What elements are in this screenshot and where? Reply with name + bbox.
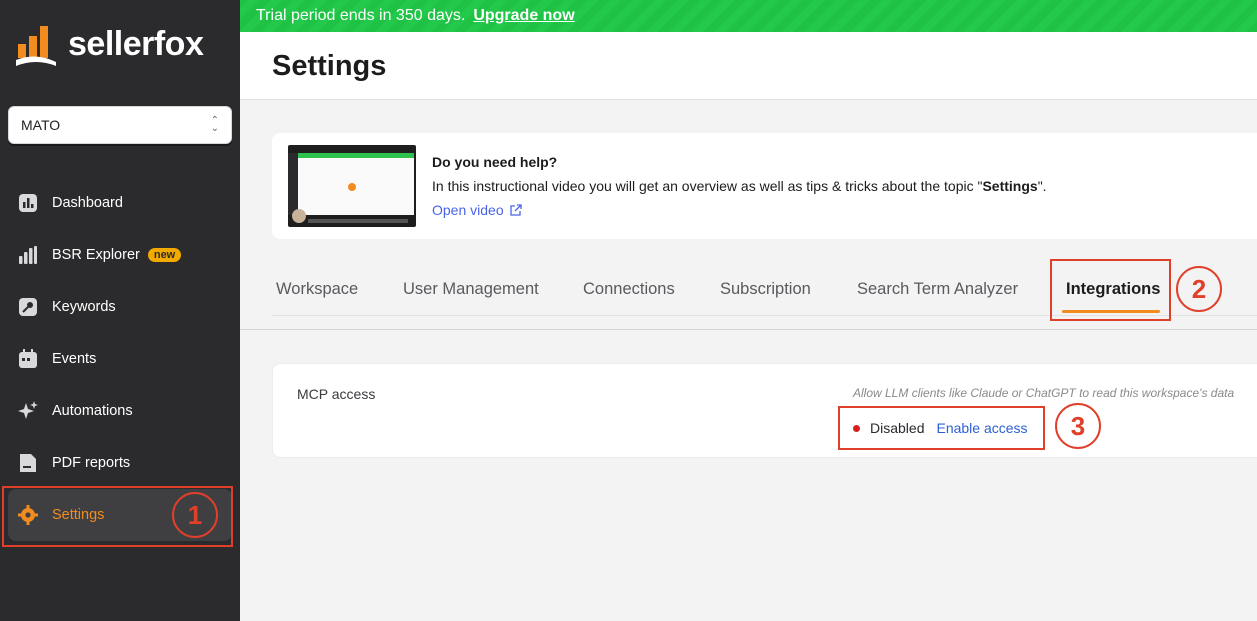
sidebar-item-keywords[interactable]: Keywords [0,281,240,333]
tab-user-management[interactable]: User Management [403,262,539,316]
workspace-select[interactable]: MATO ⌃ ⌄ [8,106,232,144]
sidebar-item-events[interactable]: Events [0,333,240,385]
annotation-box-3 [838,406,1045,450]
annotation-box-2 [1050,259,1171,321]
sidebar-item-automations[interactable]: Automations [0,385,240,437]
video-thumbnail[interactable] [288,145,416,227]
document-icon [18,453,38,473]
trial-banner: Trial period ends in 350 days. Upgrade n… [240,0,1257,32]
help-card: Do you need help? In this instructional … [272,133,1257,239]
sidebar-item-bsr-explorer[interactable]: BSR Explorer new [0,229,240,281]
sidebar-item-label: BSR Explorer [52,247,140,263]
sidebar-item-label: Events [52,351,97,367]
sidebar-item-dashboard[interactable]: Dashboard [0,177,240,229]
annotation-number-1: 1 [172,492,218,538]
sidebar-item-label: Dashboard [52,195,123,211]
key-icon [18,297,38,317]
sidebar-item-label: Keywords [52,299,116,315]
tab-subscription[interactable]: Subscription [720,262,811,316]
tab-workspace[interactable]: Workspace [276,262,358,316]
logo-text: sellerfox [68,24,204,63]
mcp-description: Allow LLM clients like Claude or ChatGPT… [853,386,1235,400]
help-title: Do you need help? [432,154,558,170]
tab-connections[interactable]: Connections [583,262,675,316]
workspace-name: MATO [21,117,61,133]
open-video-link[interactable]: Open video [432,202,522,218]
divider [240,329,1257,330]
help-text: In this instructional video you will get… [432,178,1047,194]
annotation-number-3: 3 [1055,403,1101,449]
calendar-icon [18,349,38,369]
logo[interactable]: sellerfox [16,22,204,66]
bar-chart-icon [18,245,38,265]
sellerfox-logo-icon [16,26,56,66]
page-title: Settings [272,50,387,82]
chart-box-icon [18,193,38,213]
annotation-number-2: 2 [1176,266,1222,312]
upgrade-link[interactable]: Upgrade now [473,7,574,25]
sidebar-item-pdf-reports[interactable]: PDF reports [0,437,240,489]
page-header: Settings [240,32,1257,100]
chevron-updown-icon: ⌃ ⌄ [210,115,219,134]
mcp-access-card: MCP access Allow LLM clients like Claude… [272,363,1257,458]
trial-text: Trial period ends in 350 days. [256,7,466,24]
new-badge: new [147,248,182,262]
sidebar-item-label: Automations [52,403,133,419]
external-link-icon [509,203,522,216]
sidebar-item-label: PDF reports [52,455,131,471]
tab-search-term-analyzer[interactable]: Search Term Analyzer [857,262,1018,316]
sparkles-icon [18,401,38,421]
mcp-access-label: MCP access [297,386,376,402]
